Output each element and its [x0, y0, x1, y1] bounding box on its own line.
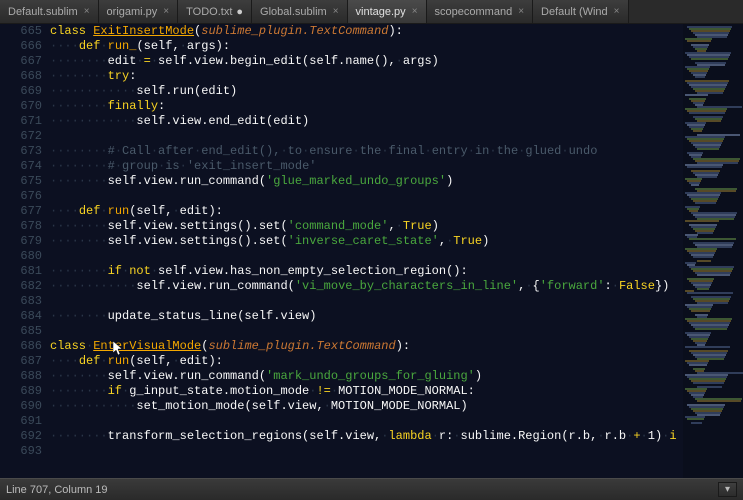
line-number: 673 — [0, 144, 42, 159]
editor-area: 6656666676686696706716726736746756766776… — [0, 24, 743, 478]
code-line[interactable]: ········#·group·is·'exit_insert_mode' — [50, 159, 683, 174]
minimap-line — [697, 232, 713, 234]
line-number: 668 — [0, 69, 42, 84]
tab-todotxt[interactable]: TODO.txt ● — [178, 0, 252, 23]
line-number: 679 — [0, 234, 42, 249]
code-line[interactable] — [50, 249, 683, 264]
code-line[interactable]: ············self.view.end_edit(edit) — [50, 114, 683, 129]
tab-label: Default (Wind — [541, 6, 608, 18]
tab-bar: Default.sublim × origami.py × TODO.txt ● Globa… — [0, 0, 743, 24]
code-line[interactable] — [50, 414, 683, 429]
line-number: 677 — [0, 204, 42, 219]
line-number: 674 — [0, 159, 42, 174]
code-view[interactable]: class ExitInsertMode(sublime_plugin.Text… — [50, 24, 683, 478]
close-icon[interactable]: × — [163, 6, 169, 17]
code-line[interactable] — [50, 189, 683, 204]
line-number: 690 — [0, 399, 42, 414]
tab-label: origami.py — [107, 6, 158, 18]
line-number: 665 — [0, 24, 42, 39]
line-number: 683 — [0, 294, 42, 309]
tab-label: vintage.py — [356, 6, 406, 18]
close-icon[interactable]: × — [333, 6, 339, 17]
line-number: 676 — [0, 189, 42, 204]
tab-vintagepy[interactable]: vintage.py × — [348, 0, 427, 23]
code-line[interactable]: ········#·Call·after·end_edit(),·to·ensu… — [50, 144, 683, 159]
line-number: 693 — [0, 444, 42, 459]
code-line[interactable]: ········if·not·self.view.has_non_empty_s… — [50, 264, 683, 279]
line-number: 667 — [0, 54, 42, 69]
code-line[interactable]: ····def·run_(self,·args): — [50, 39, 683, 54]
code-line[interactable]: ········if·g_input_state.motion_mode·!=·… — [50, 384, 683, 399]
line-number: 688 — [0, 369, 42, 384]
line-number: 669 — [0, 84, 42, 99]
code-line[interactable]: ········self.view.settings().set('invers… — [50, 234, 683, 249]
line-number: 689 — [0, 384, 42, 399]
code-line[interactable]: class·EnterVisualMode(sublime_plugin.Tex… — [50, 339, 683, 354]
code-line[interactable]: ············set_motion_mode(self.view,·M… — [50, 399, 683, 414]
code-line[interactable] — [50, 294, 683, 309]
tab-defaultsublim[interactable]: Default.sublim × — [0, 0, 99, 23]
minimap-line — [697, 288, 709, 290]
code-line[interactable] — [50, 444, 683, 459]
line-number: 670 — [0, 99, 42, 114]
status-bar: Line 707, Column 19 ▾ — [0, 478, 743, 500]
line-number-gutter: 6656666676686696706716726736746756766776… — [0, 24, 50, 478]
tab-globalsublim[interactable]: Global.sublim × — [252, 0, 347, 23]
tab-label: Default.sublim — [8, 6, 78, 18]
line-number: 675 — [0, 174, 42, 189]
code-line[interactable]: ····def·run(self,·edit): — [50, 204, 683, 219]
minimap-line — [691, 422, 702, 424]
close-icon[interactable]: × — [412, 6, 418, 17]
line-number: 666 — [0, 39, 42, 54]
line-number: 686 — [0, 339, 42, 354]
line-number: 692 — [0, 429, 42, 444]
line-number: 678 — [0, 219, 42, 234]
code-line[interactable]: ········self.view.run_command('mark_undo… — [50, 369, 683, 384]
code-line[interactable] — [50, 324, 683, 339]
line-number: 672 — [0, 129, 42, 144]
line-number: 691 — [0, 414, 42, 429]
code-line[interactable]: ········update_status_line(self.view) — [50, 309, 683, 324]
code-line[interactable]: ········self.view.run_command('glue_mark… — [50, 174, 683, 189]
close-icon[interactable]: × — [614, 6, 620, 17]
close-icon[interactable]: × — [518, 6, 524, 17]
code-line[interactable]: ····def·run(self,·edit): — [50, 354, 683, 369]
code-line[interactable]: ············self.view.run_command('vi_mo… — [50, 279, 683, 294]
line-number: 681 — [0, 264, 42, 279]
code-line[interactable]: ········self.view.settings().set('comman… — [50, 219, 683, 234]
minimap[interactable] — [683, 24, 743, 478]
minimap-line — [697, 260, 711, 262]
tab-scopecommand[interactable]: scopecommand × — [427, 0, 534, 23]
tab-label: Global.sublim — [260, 6, 327, 18]
code-line[interactable]: ············self.run(edit) — [50, 84, 683, 99]
tab-label: scopecommand — [435, 6, 513, 18]
tab-origamipy[interactable]: origami.py × — [99, 0, 179, 23]
code-line[interactable]: ········try: — [50, 69, 683, 84]
line-number: 682 — [0, 279, 42, 294]
tab-defaultwind[interactable]: Default (Wind × — [533, 0, 628, 23]
line-number: 671 — [0, 114, 42, 129]
cursor-position: Line 707, Column 19 — [6, 484, 108, 496]
line-number: 685 — [0, 324, 42, 339]
status-menu-button[interactable]: ▾ — [718, 482, 737, 497]
dirty-indicator-icon: ● — [236, 6, 243, 18]
tab-label: TODO.txt — [186, 6, 232, 18]
close-icon[interactable]: × — [84, 6, 90, 17]
code-line[interactable]: ········transform_selection_regions(self… — [50, 429, 683, 444]
code-line[interactable]: ········finally: — [50, 99, 683, 114]
code-line[interactable]: ········edit·=·self.view.begin_edit(self… — [50, 54, 683, 69]
code-line[interactable]: class ExitInsertMode(sublime_plugin.Text… — [50, 24, 683, 39]
code-line[interactable] — [50, 129, 683, 144]
line-number: 684 — [0, 309, 42, 324]
line-number: 687 — [0, 354, 42, 369]
line-number: 680 — [0, 249, 42, 264]
